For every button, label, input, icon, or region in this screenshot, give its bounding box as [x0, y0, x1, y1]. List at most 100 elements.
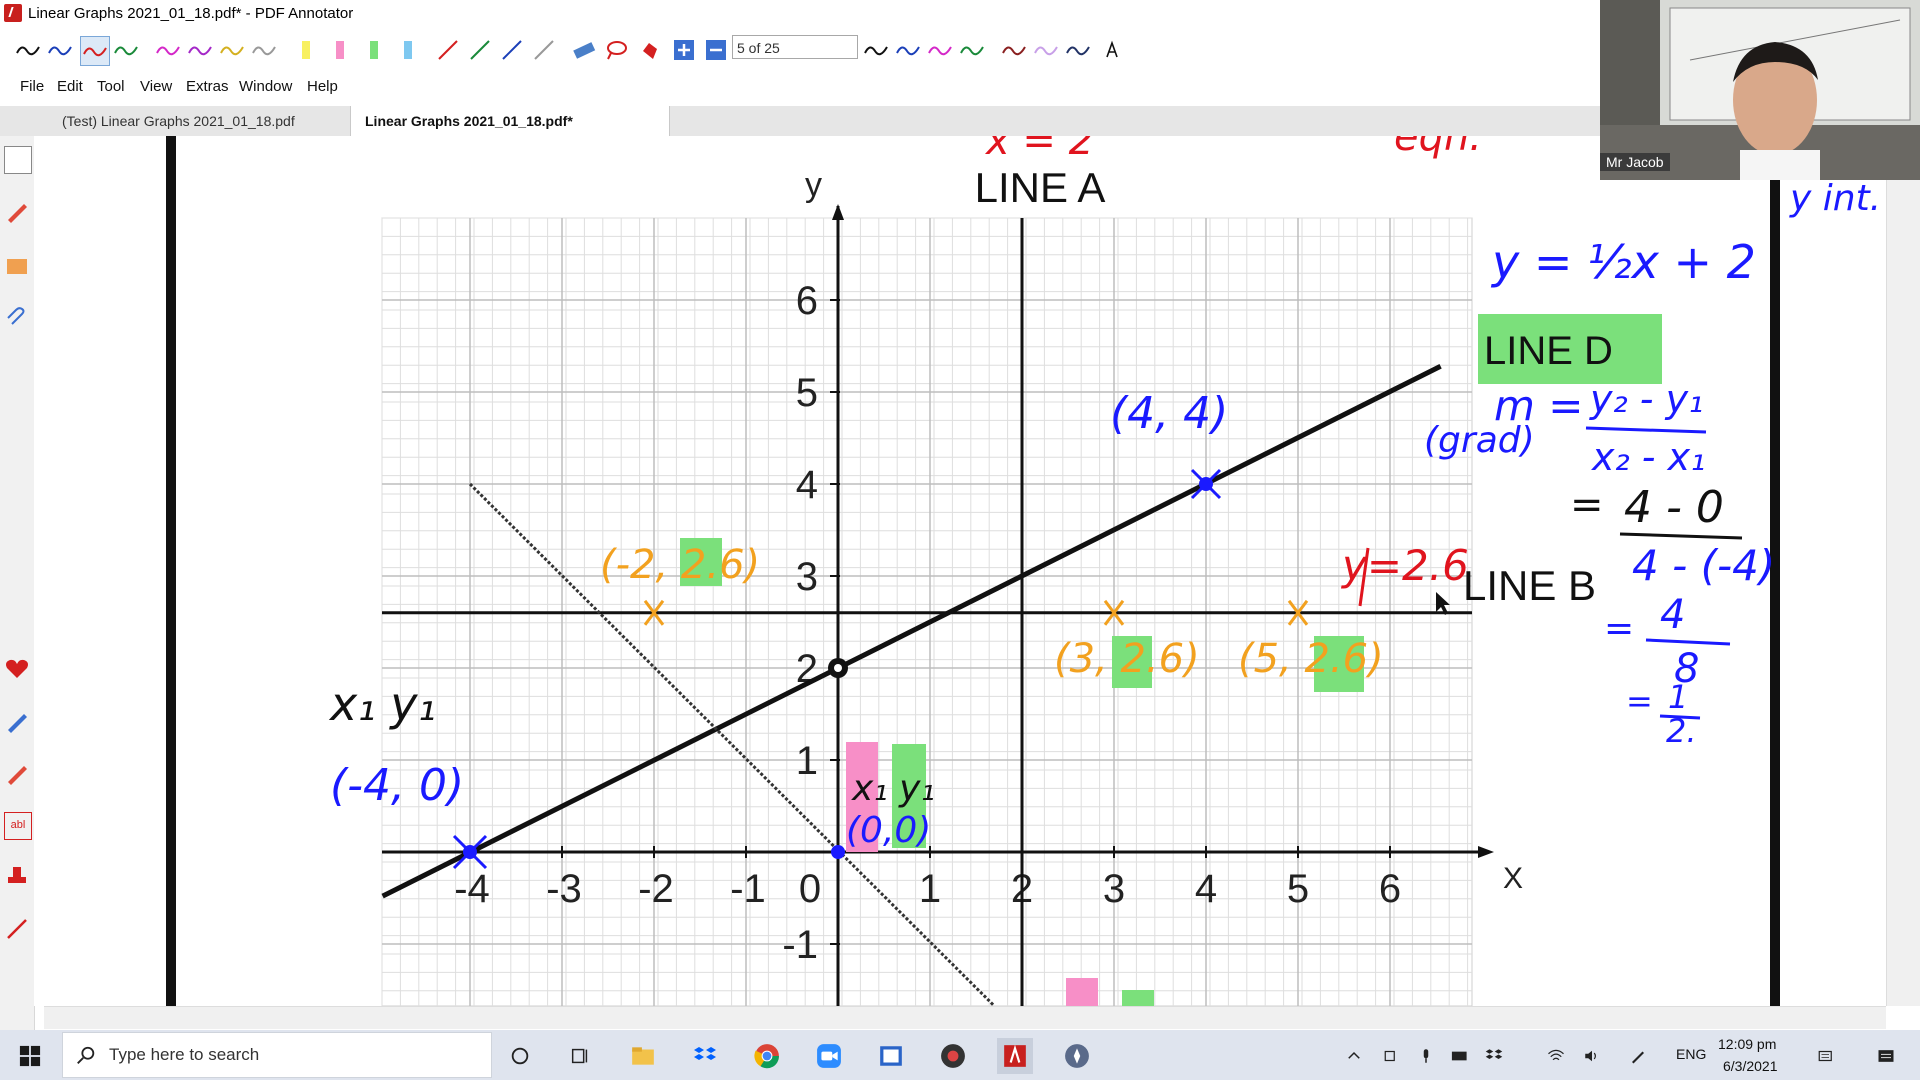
zoom-out-icon[interactable] [702, 36, 730, 64]
menu-help[interactable]: Help [307, 78, 338, 95]
x-tick-label: 4 [1195, 867, 1217, 911]
pen-preset-2-icon[interactable] [894, 36, 922, 64]
attachment-icon[interactable] [4, 306, 30, 332]
annotation-equals-sign: = [1604, 608, 1634, 649]
pen-red-icon[interactable] [80, 36, 110, 66]
pen-preset-1-icon[interactable] [862, 36, 890, 64]
pen-workspace-icon[interactable] [1620, 1038, 1656, 1074]
pen-black-icon[interactable] [14, 36, 42, 64]
dropbox-tray-icon[interactable] [1476, 1038, 1512, 1074]
lasso-icon[interactable] [602, 36, 630, 64]
annotation-orange-point-3: (5, 2.6) [1238, 636, 1384, 682]
whiteboard-app-icon[interactable] [873, 1038, 909, 1074]
text-box-icon[interactable]: abl [4, 812, 32, 840]
annotation-line-a-eqn: x = 2 [984, 136, 1094, 164]
battery-icon[interactable] [1442, 1038, 1478, 1074]
y-tick-label: 4 [796, 463, 818, 507]
x-axis-label: X [1503, 862, 1523, 895]
tab-test-linear-graphs[interactable]: (Test) Linear Graphs 2021_01_18.pdf [48, 106, 366, 136]
line-blue-icon[interactable] [498, 36, 526, 64]
menu-tool[interactable]: Tool [97, 78, 125, 95]
language-indicator[interactable]: ENG [1676, 1046, 1706, 1062]
line-red-icon[interactable] [434, 36, 462, 64]
cortana-icon[interactable] [502, 1038, 538, 1074]
highlight-green [1122, 990, 1154, 1006]
marker-red-icon[interactable] [4, 760, 30, 786]
safari-icon[interactable] [1059, 1038, 1095, 1074]
highlighter-pink-icon[interactable] [326, 36, 354, 64]
pen-preset-5-icon[interactable] [1000, 36, 1028, 64]
annotation-eqn-header: eqn: [1394, 136, 1483, 160]
search-placeholder: Type here to search [109, 1045, 260, 1064]
meet-now-icon[interactable] [1374, 1038, 1410, 1074]
clock-date[interactable]: 6/3/2021 [1723, 1058, 1778, 1074]
stamp-icon[interactable] [4, 864, 30, 890]
dropbox-icon[interactable] [687, 1038, 723, 1074]
text-tool-icon[interactable] [1098, 36, 1126, 64]
annotation-fraction-bar [1585, 426, 1707, 434]
pen-blue-side-icon[interactable] [4, 708, 30, 734]
title-bar: Linear Graphs 2021_01_18.pdf* - PDF Anno… [0, 0, 1600, 28]
volume-icon[interactable] [1574, 1038, 1610, 1074]
annotation-equals-sign: = [1570, 482, 1604, 528]
folder-icon[interactable] [4, 252, 30, 278]
document-page[interactable]: Xy-4-3-2-10123456-1123456LINE ALINE BLIN… [34, 136, 1886, 1006]
tab-linear-graphs[interactable]: Linear Graphs 2021_01_18.pdf* [350, 106, 670, 136]
vertical-scrollbar[interactable] [1886, 136, 1920, 1006]
file-explorer-icon[interactable] [625, 1038, 661, 1074]
page-thumbnail-icon[interactable] [4, 146, 32, 174]
page-number-field[interactable]: 5 of 25 [732, 35, 858, 59]
microphone-icon[interactable] [1408, 1038, 1444, 1074]
action-center-icon[interactable] [1808, 1038, 1844, 1074]
show-hidden-icons[interactable] [1336, 1038, 1372, 1074]
annotation-eqn-line-d: y = ½x + 2 [1490, 235, 1756, 289]
point-origin [831, 845, 845, 859]
pen-preset-7-icon[interactable] [1064, 36, 1092, 64]
pen-purple-icon[interactable] [186, 36, 214, 64]
windows-start-icon[interactable] [12, 1038, 48, 1074]
chrome-icon[interactable] [749, 1038, 785, 1074]
pen-gray-icon[interactable] [250, 36, 278, 64]
highlighter-blue-icon[interactable] [394, 36, 422, 64]
obs-recorder-icon[interactable] [935, 1038, 971, 1074]
pencil-icon[interactable] [4, 198, 30, 224]
page-left-border [166, 136, 176, 1006]
annotation-step1-numerator: 4 - 0 [1624, 482, 1724, 533]
line-green-icon[interactable] [466, 36, 494, 64]
clock-time[interactable]: 12:09 pm [1718, 1036, 1776, 1052]
line-a-label: LINE A [975, 164, 1106, 211]
menu-edit[interactable]: Edit [57, 78, 83, 95]
window-title: Linear Graphs 2021_01_18.pdf* - PDF Anno… [28, 5, 354, 22]
document-tabs: (Test) Linear Graphs 2021_01_18.pdf Line… [0, 106, 1600, 137]
zoom-in-icon[interactable] [670, 36, 698, 64]
menu-window[interactable]: Window [239, 78, 292, 95]
annotation-step1-denominator: 4 - (-4) [1632, 541, 1775, 590]
pen-magenta-icon[interactable] [154, 36, 182, 64]
menu-view[interactable]: View [140, 78, 172, 95]
pen-preset-3-icon[interactable] [926, 36, 954, 64]
pen-preset-6-icon[interactable] [1032, 36, 1060, 64]
highlighter-yellow-icon[interactable] [292, 36, 320, 64]
pen-blue-icon[interactable] [46, 36, 74, 64]
menu-file[interactable]: File [20, 78, 44, 95]
annotation-fraction-numerator: y₂ - y₁ [1589, 377, 1703, 421]
notifications-icon[interactable] [1868, 1038, 1904, 1074]
pen-preset-4-icon[interactable] [958, 36, 986, 64]
eraser-icon[interactable] [570, 36, 598, 64]
arrow-tool-icon[interactable] [4, 916, 30, 942]
annotation-step2-numerator: 4 [1660, 592, 1685, 638]
zoom-app-icon[interactable] [811, 1038, 847, 1074]
pdf-annotator-taskbar-icon[interactable] [997, 1038, 1033, 1074]
heart-icon[interactable] [4, 656, 30, 682]
menu-extras[interactable]: Extras [186, 78, 229, 95]
horizontal-scrollbar[interactable] [44, 1006, 1886, 1029]
highlighter-green-icon[interactable] [360, 36, 388, 64]
wifi-icon[interactable] [1538, 1038, 1574, 1074]
line-gray-icon[interactable] [530, 36, 558, 64]
annotation-point-minus4-0: (-4, 0) [330, 760, 464, 811]
task-view-icon[interactable] [562, 1038, 598, 1074]
pen-green-icon[interactable] [112, 36, 140, 64]
annotation-orange-point-1: (-2, 2.6) [600, 542, 760, 588]
hand-icon[interactable] [636, 36, 664, 64]
pen-yellow-icon[interactable] [218, 36, 246, 64]
